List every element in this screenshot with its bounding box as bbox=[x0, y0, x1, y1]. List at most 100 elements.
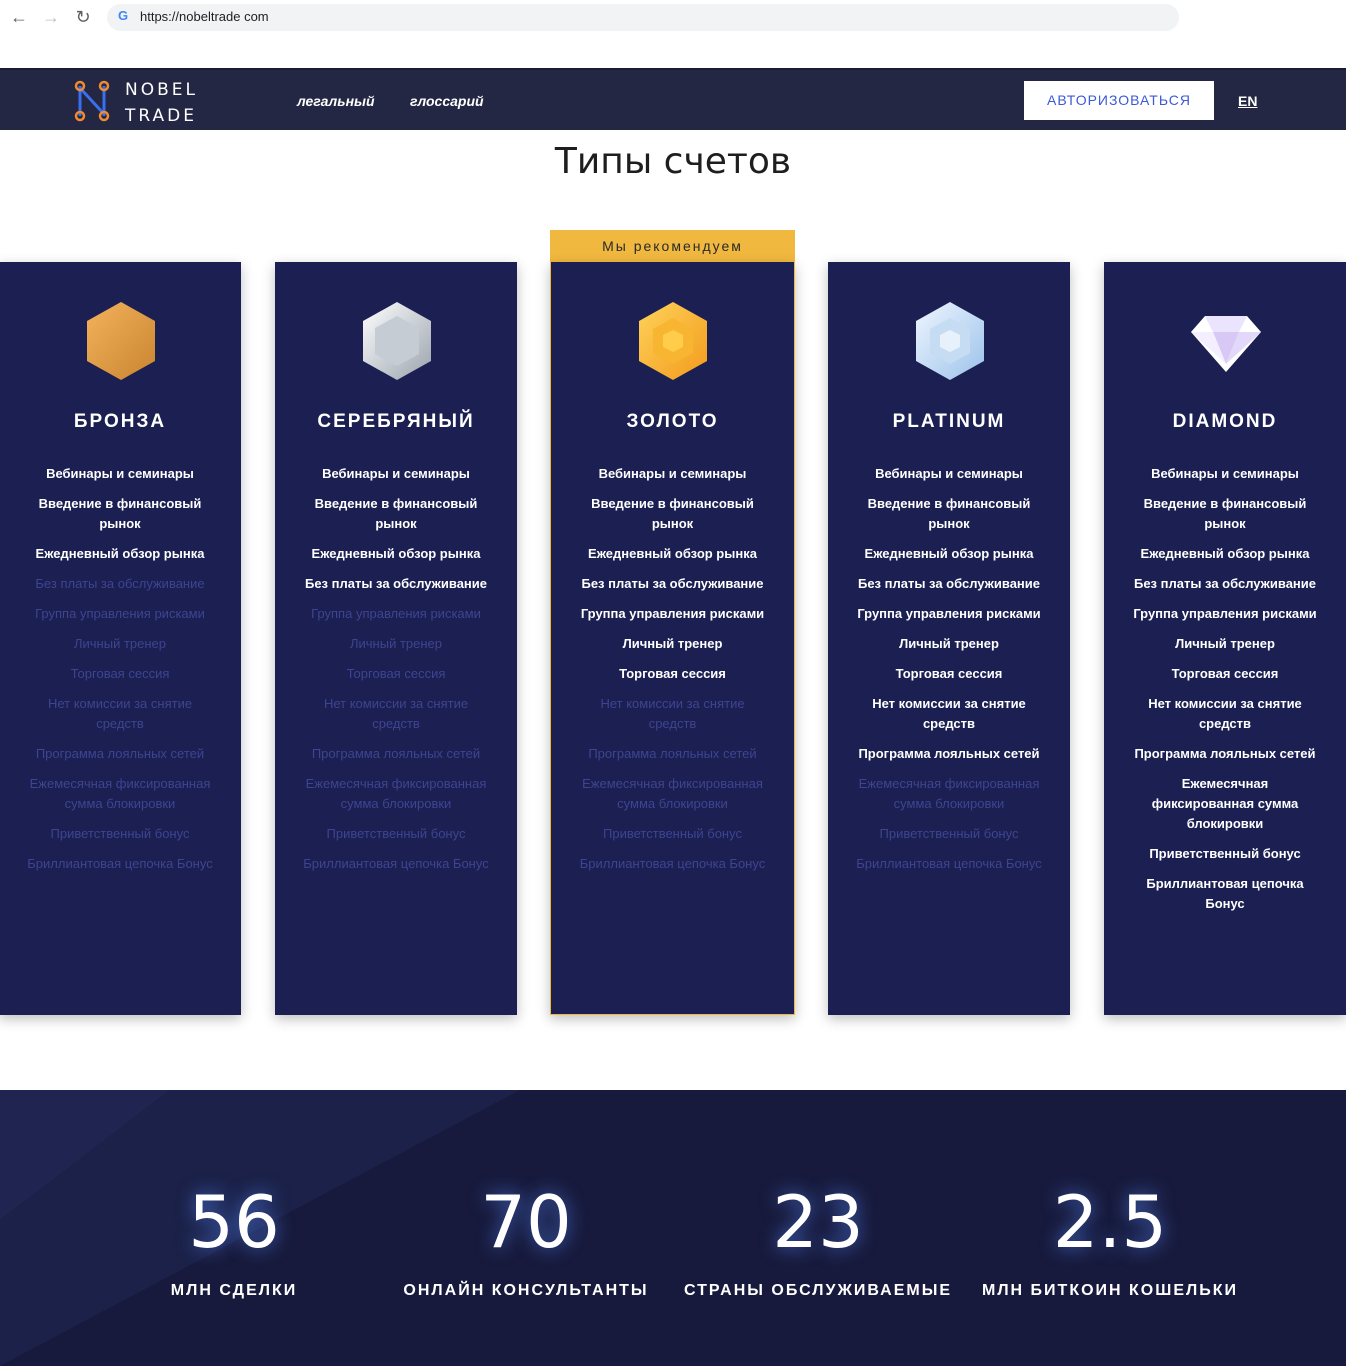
plan-title: ЗОЛОТО bbox=[626, 411, 719, 432]
diamond-icon bbox=[1189, 300, 1263, 382]
feature-item: Вебинары и семинары bbox=[46, 466, 194, 481]
plan-card-platinum[interactable]: PLATINUM Вебинары и семинары Введение в фи… bbox=[828, 262, 1070, 1015]
feature-item: Нет комиссии за снятие средств bbox=[600, 696, 745, 731]
logo-line-1: NOBEL bbox=[125, 80, 198, 100]
feature-item: Приветственный бонус bbox=[603, 826, 742, 841]
login-button[interactable]: АВТОРИЗОВАТЬСЯ bbox=[1024, 81, 1214, 120]
feature-item: Программа лояльных сетей bbox=[35, 746, 205, 761]
feature-item: Бриллиантовая цепочка Бонус bbox=[27, 856, 213, 871]
feature-item: Бриллиантовая цепочка Бонус bbox=[579, 856, 766, 871]
feature-item: Вебинары и семинары bbox=[322, 466, 470, 481]
feature-item: Программа лояльных сетей bbox=[311, 746, 481, 761]
google-icon: G bbox=[118, 8, 129, 23]
feature-item: Группа управления рисками bbox=[580, 606, 765, 621]
silver-hexagon-icon bbox=[360, 300, 434, 382]
feature-item: Без платы за обслуживание bbox=[857, 576, 1041, 591]
feature-item: Введение в финансовый рынок bbox=[591, 496, 754, 531]
reload-icon[interactable]: ↻ bbox=[72, 6, 94, 28]
feature-item: Введение в финансовый рынок bbox=[867, 496, 1031, 531]
feature-list: Вебинары и семинары Введение в финансовый… bbox=[0, 464, 241, 884]
feature-item: Приветственный бонус bbox=[879, 826, 1019, 841]
plan-card-silver[interactable]: СЕРЕБРЯНЫЙ Вебинары и семинары Введение в … bbox=[275, 262, 517, 1015]
feature-item: Без платы за обслуживание bbox=[1133, 576, 1317, 591]
logo-line-2: TRADE bbox=[125, 106, 197, 126]
feature-item: Вебинары и семинары bbox=[1151, 466, 1299, 481]
feature-item: Ежемесячная фиксированная сумма блокиров… bbox=[1151, 776, 1299, 831]
feature-item: Приветственный бонус bbox=[50, 826, 190, 841]
feature-item: Личный тренер bbox=[73, 636, 166, 651]
stat-label: МЛН БИТКОИН КОШЕЛЬКИ bbox=[982, 1282, 1238, 1299]
feature-item: Торговая сессия bbox=[346, 666, 446, 681]
feature-item: Торговая сессия bbox=[1171, 666, 1279, 681]
plan-title: DIAMOND bbox=[1172, 411, 1278, 432]
feature-item: Ежемесячная фиксированная сумма блокиров… bbox=[582, 776, 763, 811]
feature-item: Торговая сессия bbox=[619, 666, 726, 681]
feature-item: Приветственный бонус bbox=[1149, 846, 1301, 861]
stat-item: 56 МЛН СДЕЛКИ bbox=[84, 1180, 384, 1302]
stat-item: 2.5 МЛН БИТКОИН КОШЕЛЬКИ bbox=[960, 1180, 1260, 1302]
feature-item: Ежемесячная фиксированная сумма блокиров… bbox=[29, 776, 211, 811]
plan-title: СЕРЕБРЯНЫЙ bbox=[317, 411, 475, 432]
feature-list: Вебинары и семинары Введение в финансовый… bbox=[1104, 464, 1346, 924]
stat-label: ОНЛАЙН КОНСУЛЬТАНТЫ bbox=[403, 1282, 649, 1299]
feature-item: Нет комиссии за снятие средств bbox=[1148, 696, 1302, 731]
feature-item: Ежедневный обзор рынка bbox=[588, 546, 757, 561]
feature-item: Вебинары и семинары bbox=[598, 466, 747, 481]
feature-item: Торговая сессия bbox=[70, 666, 170, 681]
forward-arrow-icon[interactable]: → bbox=[40, 6, 62, 28]
feature-item: Группа управления рисками bbox=[35, 606, 205, 621]
site-header: NOBEL TRADE легальный глоссарий АВТОРИЗО… bbox=[0, 68, 1346, 130]
feature-item: Без платы за обслуживание bbox=[304, 576, 488, 591]
feature-item: Личный тренер bbox=[1175, 636, 1275, 651]
feature-item: Торговая сессия bbox=[895, 666, 1003, 681]
url-text[interactable]: https://nobeltrade com bbox=[140, 9, 269, 25]
feature-item: Группа управления рисками bbox=[1133, 606, 1317, 621]
feature-item: Программа лояльных сетей bbox=[1134, 746, 1316, 761]
stat-value: 70 bbox=[480, 1180, 572, 1264]
feature-item: Приветственный бонус bbox=[326, 826, 466, 841]
feature-list: Вебинары и семинары Введение в финансовый… bbox=[551, 464, 794, 884]
browser-toolbar: ← → ↻ G https://nobeltrade com bbox=[0, 0, 1346, 36]
feature-item: Личный тренер bbox=[349, 636, 442, 651]
back-arrow-icon[interactable]: ← bbox=[8, 6, 30, 28]
feature-item: Ежедневный обзор рынка bbox=[1140, 546, 1310, 561]
stat-value: 23 bbox=[772, 1180, 864, 1264]
platinum-hexagon-icon bbox=[913, 300, 987, 382]
stat-label: МЛН СДЕЛКИ bbox=[170, 1282, 298, 1299]
feature-item: Группа управления рисками bbox=[311, 606, 481, 621]
feature-item: Нет комиссии за снятие средств bbox=[47, 696, 193, 731]
stat-label: СТРАНЫ ОБСЛУЖИВАЕМЫЕ bbox=[683, 1282, 953, 1299]
feature-item: Программа лояльных сетей bbox=[858, 746, 1040, 761]
gold-hexagon-icon bbox=[636, 300, 710, 382]
plan-title: БРОНЗА bbox=[73, 411, 167, 432]
feature-item: Вебинары и семинары bbox=[875, 466, 1023, 481]
feature-item: Введение в финансовый рынок bbox=[1143, 496, 1307, 531]
plan-card-gold[interactable]: ЗОЛОТО Вебинары и семинары Введение в фина… bbox=[550, 262, 795, 1015]
plan-title: PLATINUM bbox=[892, 411, 1006, 432]
stat-item: 70 ОНЛАЙН КОНСУЛЬТАНТЫ bbox=[376, 1180, 676, 1302]
language-switch[interactable]: EN bbox=[1238, 92, 1257, 110]
feature-item: Ежедневный обзор рынка bbox=[35, 546, 205, 561]
stat-item: 23 СТРАНЫ ОБСЛУЖИВАЕМЫЕ bbox=[668, 1180, 968, 1302]
recommended-badge: Мы рекомендуем bbox=[550, 230, 795, 262]
stat-value: 2.5 bbox=[1052, 1180, 1168, 1264]
feature-item: Введение в финансовый рынок bbox=[314, 496, 478, 531]
nav-link-legal[interactable]: легальный bbox=[297, 92, 375, 110]
feature-list: Вебинары и семинары Введение в финансовый… bbox=[828, 464, 1070, 884]
feature-item: Бриллиантовая цепочка Бонус bbox=[856, 856, 1042, 871]
feature-item: Без платы за обслуживание bbox=[35, 576, 205, 591]
logo-wordmark[interactable]: NOBEL TRADE bbox=[125, 77, 198, 129]
feature-item: Ежедневный обзор рынка bbox=[864, 546, 1034, 561]
feature-item: Ежемесячная фиксированная сумма блокиров… bbox=[858, 776, 1040, 811]
stats-section: 56 МЛН СДЕЛКИ 70 ОНЛАЙН КОНСУЛЬТАНТЫ 23 … bbox=[0, 1090, 1346, 1366]
page-title: Типы счетов bbox=[554, 141, 792, 182]
feature-item: Программа лояльных сетей bbox=[588, 746, 757, 761]
plan-card-bronze[interactable]: БРОНЗА Вебинары и семинары Введение в фина… bbox=[0, 262, 241, 1015]
feature-item: Ежемесячная фиксированная сумма блокиров… bbox=[305, 776, 487, 811]
plan-card-diamond[interactable]: DIAMOND Вебинары и семинары Введение в фин… bbox=[1104, 262, 1346, 1015]
stat-value: 56 bbox=[188, 1180, 280, 1264]
feature-item: Нет комиссии за снятие средств bbox=[323, 696, 469, 731]
nobel-trade-logo-icon[interactable] bbox=[72, 80, 114, 122]
feature-item: Ежедневный обзор рынка bbox=[311, 546, 481, 561]
nav-link-glossary[interactable]: глоссарий bbox=[410, 92, 484, 110]
